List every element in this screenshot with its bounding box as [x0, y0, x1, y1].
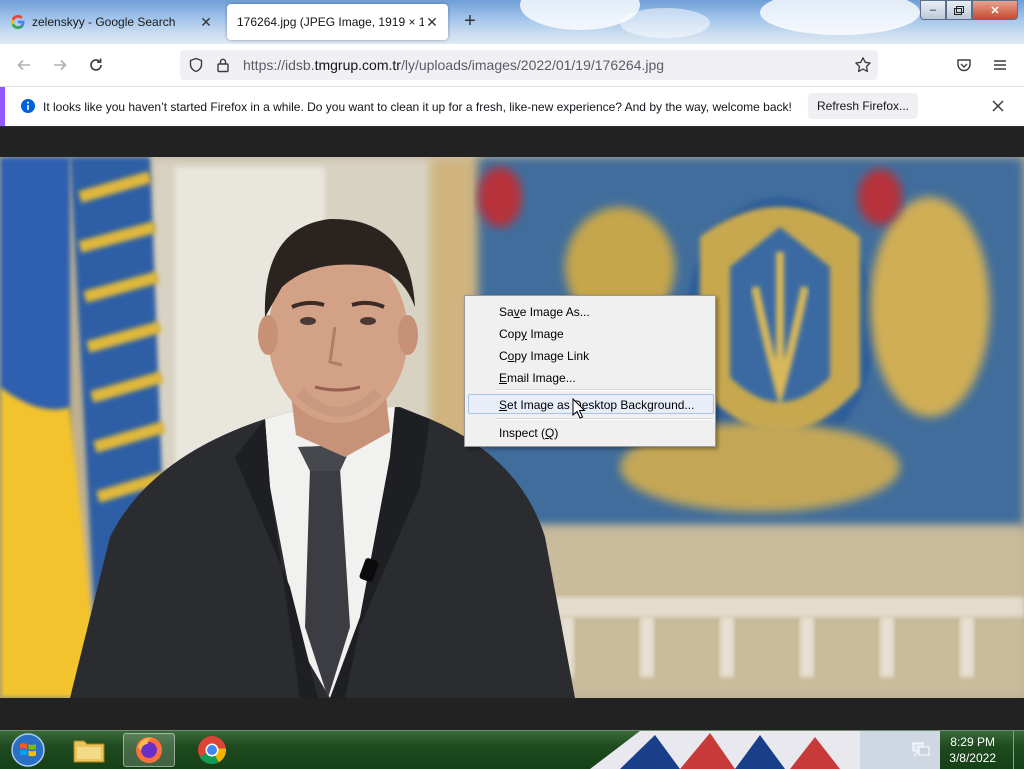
windows-orb-icon	[11, 733, 45, 767]
menu-item-label: Cop	[499, 327, 522, 341]
wallpaper-artwork	[590, 731, 940, 769]
new-tab-button[interactable]: +	[458, 9, 482, 33]
url-domain: tmgrup.com.tr	[314, 57, 401, 73]
system-clock[interactable]: 8:29 PM 3/8/2022	[949, 734, 996, 766]
sky-cloud	[760, 0, 920, 35]
info-icon	[20, 98, 36, 117]
tab-title: zelenskyy - Google Search	[32, 15, 176, 29]
url-text[interactable]: https://idsb.tmgrup.com.tr/ly/uploads/im…	[243, 57, 664, 73]
restore-button[interactable]	[946, 0, 972, 20]
menu-separator	[495, 389, 713, 391]
menu-item-label: Inspect (	[499, 426, 546, 440]
menu-item-label: )	[554, 426, 559, 440]
notification-bar: It looks like you haven’t started Firefo…	[0, 87, 1024, 126]
windows-taskbar: 8:29 PM 3/8/2022	[0, 730, 1024, 769]
back-button[interactable]	[12, 53, 36, 77]
url-prefix: https://idsb.	[243, 57, 315, 73]
forward-arrow-icon	[54, 59, 67, 71]
menu-item-accesskey: S	[499, 398, 508, 412]
navigation-toolbar: https://idsb.tmgrup.com.tr/ly/uploads/im…	[0, 44, 1024, 87]
hamburger-menu-icon	[994, 60, 1006, 70]
menu-item-accesskey: Q	[545, 426, 555, 440]
window-controls: – ✕	[920, 0, 1018, 20]
chrome-icon	[198, 736, 226, 765]
close-notification-icon[interactable]	[988, 96, 1008, 116]
show-desktop-button[interactable]	[1013, 731, 1024, 769]
menu-item-label: Image	[527, 327, 564, 341]
sky-cloud	[620, 8, 710, 38]
taskbar-file-explorer[interactable]	[63, 733, 115, 767]
tab-strip: zelenskyy - Google Search ✕ 176264.jpg (…	[0, 0, 1024, 44]
bookmark-star-icon[interactable]	[854, 56, 872, 77]
folder-icon	[73, 740, 105, 763]
mouse-cursor-icon	[572, 398, 586, 419]
menu-item-label: mail Image...	[507, 371, 576, 385]
menu-item-email-image[interactable]: Email Image...	[499, 371, 576, 385]
pocket-button[interactable]	[952, 53, 976, 77]
menu-item-copy-image-link[interactable]: Copy Image Link	[499, 349, 589, 363]
google-g-icon	[10, 14, 26, 30]
menu-item-label: Sa	[499, 305, 514, 319]
menu-separator	[495, 418, 713, 420]
image-context-menu: Save Image As... Copy Image Copy Image L…	[464, 295, 716, 447]
tab-google-search[interactable]: zelenskyy - Google Search ✕	[0, 4, 222, 40]
tab-title: 176264.jpg (JPEG Image, 1919 × 1011	[237, 15, 424, 29]
clock-date: 3/8/2022	[949, 751, 996, 765]
lock-icon[interactable]	[216, 57, 230, 76]
reload-icon	[90, 58, 102, 71]
firefox-icon	[136, 737, 162, 763]
menu-item-copy-image[interactable]: Copy Image	[499, 327, 564, 341]
clock-time: 8:29 PM	[950, 735, 995, 749]
menu-item-label: e Image As...	[519, 305, 590, 319]
minimize-button[interactable]: –	[920, 0, 946, 20]
menu-item-accesskey: E	[499, 371, 508, 385]
notification-message: It looks like you haven’t started Firefo…	[43, 99, 792, 114]
menu-item-label: C	[499, 349, 508, 363]
tab-jpeg-image[interactable]: 176264.jpg (JPEG Image, 1919 × 1011 ✕	[227, 4, 448, 40]
pocket-icon	[957, 59, 971, 72]
app-menu-button[interactable]	[988, 53, 1012, 77]
reload-button[interactable]	[84, 53, 108, 77]
shield-icon[interactable]	[188, 57, 204, 76]
restore-icon	[954, 5, 964, 15]
taskbar-firefox[interactable]	[123, 733, 175, 767]
network-tray-icon[interactable]	[912, 740, 930, 761]
close-tab-icon[interactable]: ✕	[424, 14, 440, 30]
menu-item-label: py Image Link	[514, 349, 590, 363]
forward-button[interactable]	[48, 53, 72, 77]
url-bar[interactable]: https://idsb.tmgrup.com.tr/ly/uploads/im…	[180, 50, 878, 80]
url-path: /ly/uploads/images/2022/01/19/176264.jpg	[400, 57, 665, 73]
menu-item-save-image-as[interactable]: Save Image As...	[499, 305, 590, 319]
refresh-firefox-button[interactable]: Refresh Firefox...	[808, 93, 918, 119]
menu-item-inspect[interactable]: Inspect (Q)	[499, 426, 558, 440]
back-arrow-icon	[17, 59, 30, 71]
menu-item-label: et Image as Desktop Background...	[507, 398, 695, 412]
menu-item-set-desktop-background[interactable]: Set Image as Desktop Background...	[499, 398, 694, 412]
window-close-button[interactable]: ✕	[972, 0, 1018, 20]
start-button[interactable]	[2, 733, 54, 767]
taskbar-chrome[interactable]	[186, 733, 238, 767]
close-tab-icon[interactable]: ✕	[198, 14, 214, 30]
